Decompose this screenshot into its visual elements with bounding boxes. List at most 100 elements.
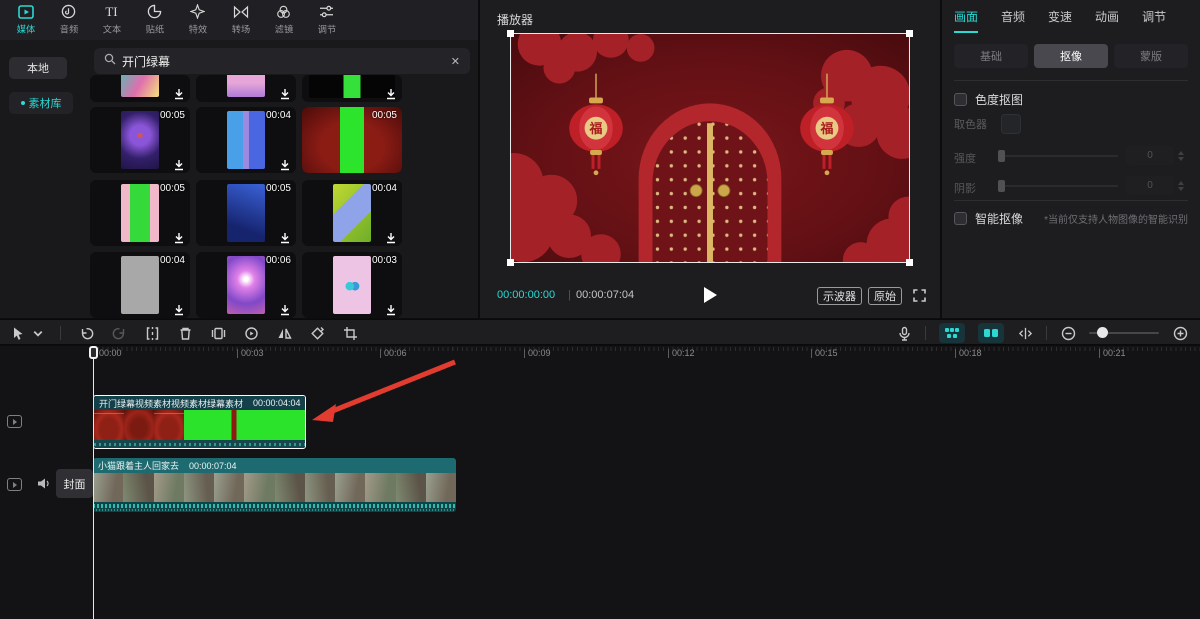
link-preview-toggle-icon[interactable] [978, 323, 1004, 343]
nav-effects[interactable]: 特效 [176, 4, 219, 36]
original-quality-button[interactable]: 原始 [868, 287, 902, 305]
smart-keying-checkbox[interactable] [954, 212, 967, 225]
clear-search-icon[interactable]: ✕ [451, 55, 460, 68]
media-item[interactable]: 00:05 [302, 107, 402, 173]
cursor-dropdown-chevron-icon[interactable] [33, 325, 43, 341]
search-input[interactable]: 开门绿幕 ✕ [94, 48, 470, 74]
media-item[interactable]: 00:04 [196, 107, 296, 173]
clip-title: 小猫跟着主人回家去 [98, 459, 179, 472]
transform-handle[interactable] [507, 30, 514, 37]
shadow-stepper[interactable] [1178, 176, 1188, 195]
media-item[interactable] [90, 75, 190, 102]
nav-adjust[interactable]: 调节 [305, 4, 348, 36]
strength-slider-knob[interactable] [998, 150, 1005, 162]
cover-button[interactable]: 封面 [56, 469, 93, 498]
subtab-basic[interactable]: 基础 [954, 44, 1028, 68]
download-icon[interactable] [385, 303, 397, 315]
sidebar-item-local[interactable]: 本地 [9, 57, 67, 79]
download-icon[interactable] [385, 231, 397, 243]
transform-handle[interactable] [906, 259, 913, 266]
download-icon[interactable] [279, 158, 291, 170]
nav-text[interactable]: TI 文本 [90, 4, 133, 36]
zoom-out-icon[interactable] [1060, 325, 1076, 341]
nav-transitions[interactable]: 转场 [219, 4, 262, 36]
nav-filters[interactable]: 滤镜 [262, 4, 305, 36]
subtab-mask[interactable]: 蒙版 [1114, 44, 1188, 68]
download-icon[interactable] [385, 87, 397, 99]
freeze-frame-icon[interactable] [210, 325, 226, 341]
download-icon[interactable] [173, 303, 185, 315]
overlay-track-icon[interactable] [7, 415, 22, 428]
shadow-slider-track[interactable] [1000, 185, 1118, 187]
media-item[interactable]: 00:05 [90, 107, 190, 173]
media-item[interactable]: 00:06 [196, 252, 296, 318]
timeline-clip-greenscreen[interactable]: 开门绿幕视频素材视频素材绿幕素材 00:00:04:04 [93, 395, 306, 449]
shadow-value[interactable]: 0 [1126, 176, 1174, 195]
strength-slider-track[interactable] [1000, 155, 1118, 157]
shadow-slider-knob[interactable] [998, 180, 1005, 192]
tab-audio[interactable]: 音频 [1001, 8, 1025, 33]
color-picker-swatch[interactable] [1001, 114, 1021, 134]
player-controls: 00:00:00:00 | 00:00:07:04 示波器 原始 [480, 286, 940, 306]
media-thumbnail [227, 111, 265, 169]
transform-handle[interactable] [507, 259, 514, 266]
select-cursor-icon[interactable] [10, 325, 26, 341]
media-item[interactable] [302, 75, 402, 102]
video-preview[interactable]: 福 福 [510, 33, 910, 263]
record-voiceover-icon[interactable] [896, 325, 912, 341]
undo-icon[interactable] [78, 325, 94, 341]
timeline-zoom-slider[interactable] [1089, 323, 1159, 343]
nav-audio[interactable]: 音频 [47, 4, 90, 36]
timeline-area[interactable]: 00:00 00:03 00:06 00:09 00:12 00:15 00:1… [0, 346, 1200, 619]
zoom-in-icon[interactable] [1172, 325, 1188, 341]
play-button[interactable] [704, 287, 717, 303]
media-item[interactable]: 00:03 [302, 252, 402, 318]
crop-icon[interactable] [342, 325, 358, 341]
tab-picture[interactable]: 画面 [954, 8, 978, 33]
media-item[interactable]: 00:05 [90, 180, 190, 246]
timeline-ruler[interactable]: 00:00 00:03 00:06 00:09 00:12 00:15 00:1… [0, 346, 1200, 363]
download-icon[interactable] [173, 87, 185, 99]
sidebar-item-library[interactable]: 素材库 [9, 92, 73, 114]
redo-icon[interactable] [111, 325, 127, 341]
media-item[interactable]: 00:04 [90, 252, 190, 318]
timeline-toolbar [0, 319, 1200, 345]
nav-sticker[interactable]: 贴纸 [133, 4, 176, 36]
nav-media[interactable]: 媒体 [4, 4, 47, 36]
download-icon[interactable] [279, 303, 291, 315]
media-item[interactable]: 00:04 [302, 180, 402, 246]
tab-speed[interactable]: 变速 [1048, 8, 1072, 33]
auto-ducking-toggle-icon[interactable] [939, 323, 965, 343]
subtab-keying[interactable]: 抠像 [1034, 44, 1108, 68]
delete-icon[interactable] [177, 325, 193, 341]
reverse-icon[interactable] [243, 325, 259, 341]
download-icon[interactable] [173, 231, 185, 243]
tab-adjust[interactable]: 调节 [1142, 8, 1166, 33]
fullscreen-icon[interactable] [913, 289, 926, 302]
expand-tracks-icon[interactable] [1017, 325, 1033, 341]
rotate-icon[interactable] [309, 325, 325, 341]
strength-stepper[interactable] [1178, 146, 1188, 165]
scope-button[interactable]: 示波器 [817, 287, 862, 305]
download-icon[interactable] [279, 231, 291, 243]
timeline-clip-cat-video[interactable]: 小猫跟着主人回家去 00:00:07:04 [93, 458, 456, 512]
mirror-icon[interactable] [276, 325, 292, 341]
nav-text-label: 文本 [102, 22, 120, 36]
zoom-slider-knob[interactable] [1097, 327, 1108, 338]
playhead-line[interactable] [93, 346, 94, 619]
media-item[interactable] [196, 75, 296, 102]
main-track-icon[interactable] [7, 478, 22, 491]
media-item[interactable]: 00:05 [196, 180, 296, 246]
transform-handle[interactable] [906, 30, 913, 37]
strength-value[interactable]: 0 [1126, 146, 1174, 165]
media-duration: 00:05 [160, 110, 185, 121]
playhead-handle[interactable] [89, 346, 98, 359]
nav-audio-label: 音频 [59, 22, 77, 36]
chroma-key-checkbox[interactable] [954, 93, 967, 106]
download-icon[interactable] [173, 158, 185, 170]
clip-audio-strip [94, 440, 305, 448]
speaker-icon[interactable] [37, 477, 51, 490]
tab-animation[interactable]: 动画 [1095, 8, 1119, 33]
download-icon[interactable] [279, 87, 291, 99]
split-icon[interactable] [144, 325, 160, 341]
